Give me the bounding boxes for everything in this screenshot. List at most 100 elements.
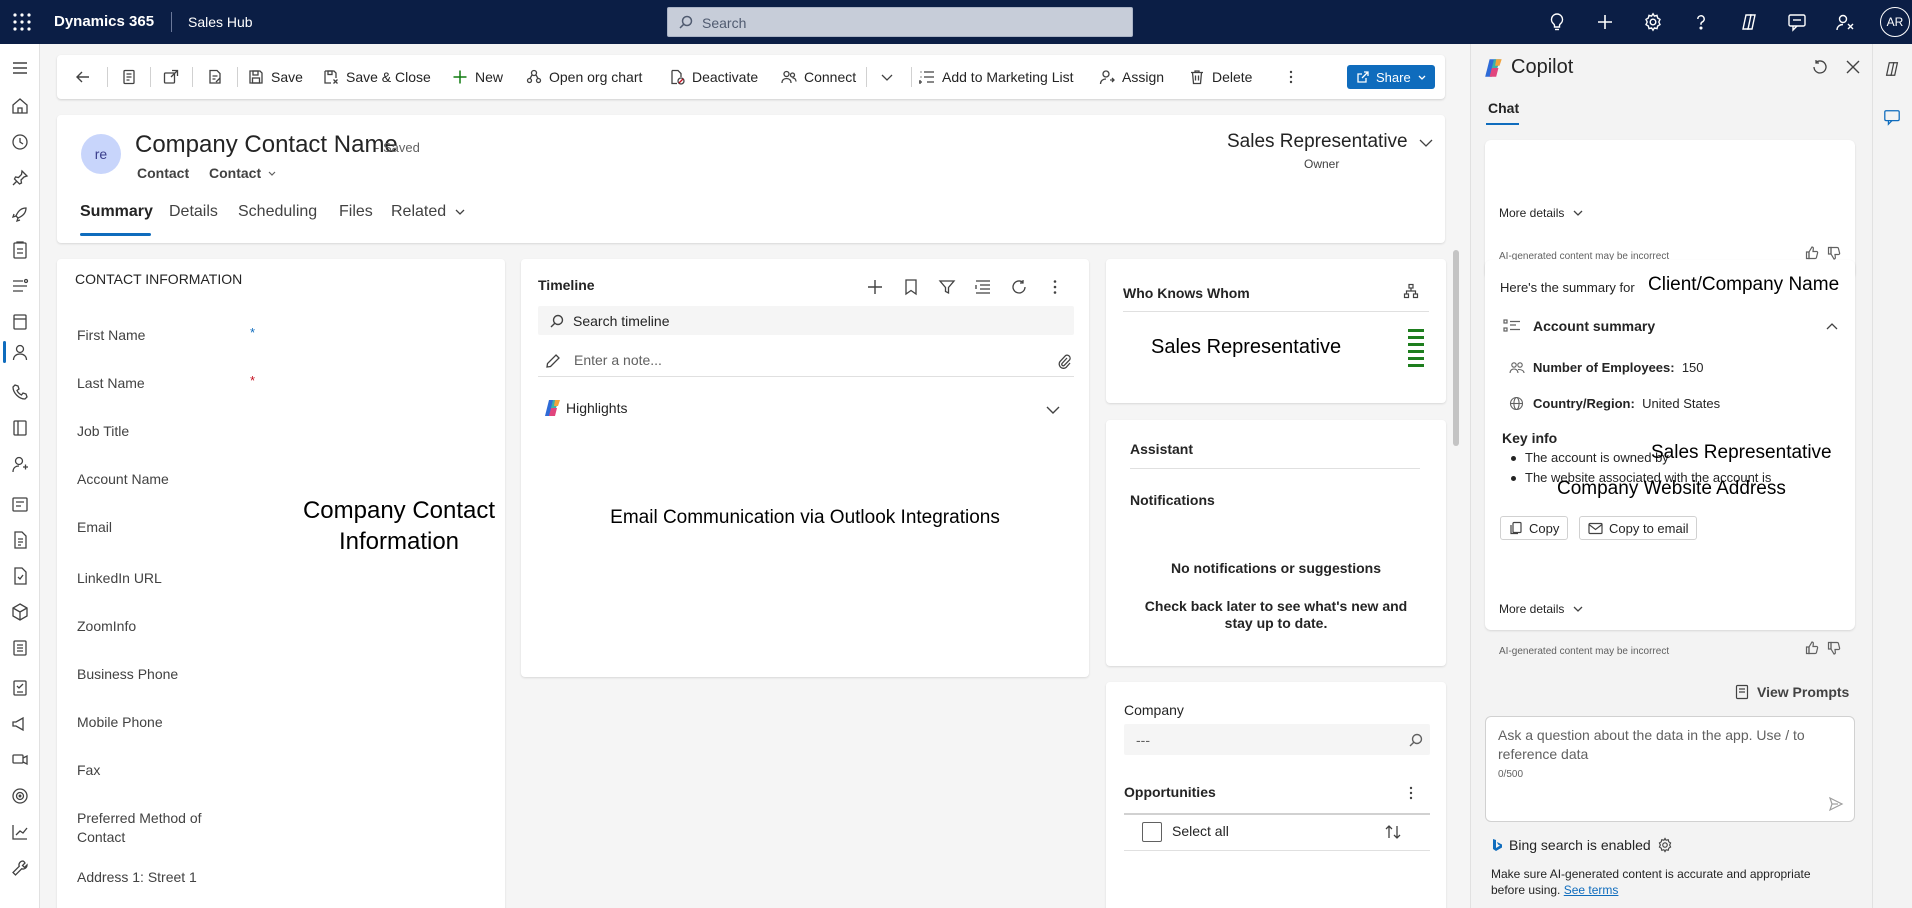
form-selector[interactable]: Contact xyxy=(209,165,277,181)
hub-name[interactable]: Sales Hub xyxy=(188,14,253,30)
form-view-button[interactable] xyxy=(121,55,137,99)
document-icon[interactable] xyxy=(10,312,30,332)
tools-icon[interactable] xyxy=(10,858,30,878)
chevron-up-icon[interactable] xyxy=(1825,320,1839,334)
bookmark-icon[interactable] xyxy=(902,278,920,296)
attachment-icon[interactable] xyxy=(1056,353,1072,369)
app-launcher-icon[interactable] xyxy=(12,12,32,32)
open-org-chart-button[interactable]: Open org chart xyxy=(526,55,642,99)
save-button[interactable]: Save xyxy=(248,55,303,99)
add-icon[interactable] xyxy=(866,278,884,296)
home-icon[interactable] xyxy=(10,96,30,116)
chat-pane-icon[interactable] xyxy=(1883,108,1901,126)
more-vertical-icon[interactable] xyxy=(1046,278,1064,296)
owner-field[interactable]: Sales Representative xyxy=(1227,131,1434,153)
search-icon[interactable] xyxy=(1409,733,1423,747)
separator-dot: · xyxy=(185,165,190,181)
add-to-marketing-list-button[interactable]: Add to Marketing List xyxy=(919,55,1074,99)
copy-label: Copy xyxy=(1529,520,1560,536)
app-name[interactable]: Dynamics 365 xyxy=(54,13,154,30)
plus-icon[interactable] xyxy=(1595,12,1615,32)
remote-assist-icon[interactable] xyxy=(1835,12,1855,32)
tab-files[interactable]: Files xyxy=(339,203,373,221)
copy-to-email-button[interactable]: Copy to email xyxy=(1579,516,1698,540)
copilot-pane: Copilot Chat More details AI-generated c… xyxy=(1470,44,1872,908)
tab-details[interactable]: Details xyxy=(169,203,218,221)
thumbs-down-icon[interactable] xyxy=(1827,246,1841,260)
view-prompts-button[interactable]: View Prompts xyxy=(1735,684,1849,700)
contacts-icon[interactable] xyxy=(10,342,30,362)
help-icon[interactable] xyxy=(1691,12,1711,32)
sort-icon[interactable] xyxy=(1384,823,1402,841)
leads-icon[interactable] xyxy=(10,454,30,474)
filter-icon[interactable] xyxy=(938,278,956,296)
gear-icon[interactable] xyxy=(1643,12,1663,32)
tab-related[interactable]: Related xyxy=(391,203,466,221)
see-terms-link[interactable]: See terms xyxy=(1564,883,1619,897)
website-value[interactable]: Company Website Address xyxy=(1557,478,1786,500)
invoices-icon[interactable] xyxy=(10,638,30,658)
copilot-icon[interactable] xyxy=(1883,60,1901,78)
thumbs-down-icon[interactable] xyxy=(1827,641,1841,655)
products-icon[interactable] xyxy=(10,602,30,622)
new-button[interactable]: New xyxy=(452,55,503,99)
competitors-icon[interactable] xyxy=(10,678,30,698)
goals-icon[interactable] xyxy=(10,786,30,806)
refresh-icon[interactable] xyxy=(1010,278,1028,296)
orders-icon[interactable] xyxy=(10,566,30,586)
tab-scheduling[interactable]: Scheduling xyxy=(238,203,317,221)
book-icon[interactable] xyxy=(10,418,30,438)
copilot-icon[interactable] xyxy=(1739,12,1759,32)
pinned-icon[interactable] xyxy=(10,168,30,188)
close-icon[interactable] xyxy=(1844,58,1862,76)
clipboard-icon[interactable] xyxy=(10,240,30,260)
sequence-icon[interactable] xyxy=(10,276,30,296)
tab-chat[interactable]: Chat xyxy=(1488,100,1519,116)
opportunities-icon[interactable] xyxy=(10,494,30,514)
account-summary-heading: Account summary xyxy=(1533,318,1656,334)
delete-button[interactable]: Delete xyxy=(1189,55,1252,99)
main-scrollbar[interactable] xyxy=(1453,250,1459,446)
campaigns-icon[interactable] xyxy=(10,750,30,770)
deactivate-button[interactable]: Deactivate xyxy=(669,55,758,99)
lightbulb-icon[interactable] xyxy=(1547,12,1567,32)
thumbs-up-icon[interactable] xyxy=(1805,246,1819,260)
send-icon[interactable] xyxy=(1828,796,1844,812)
marketing-icon[interactable] xyxy=(10,714,30,734)
phone-icon[interactable] xyxy=(10,382,30,402)
more-details-toggle[interactable]: More details xyxy=(1499,206,1584,220)
divider xyxy=(1124,850,1430,851)
global-search-input[interactable]: Search xyxy=(667,7,1133,37)
feedback-icon[interactable] xyxy=(1787,12,1807,32)
assign-button[interactable]: Assign xyxy=(1099,55,1164,99)
list-view-icon[interactable] xyxy=(974,278,992,296)
copilot-question-input[interactable]: Ask a question about the data in the app… xyxy=(1485,716,1855,822)
timeline-search-input[interactable]: Search timeline xyxy=(538,306,1074,335)
rocket-icon[interactable] xyxy=(10,204,30,224)
quotes-icon[interactable] xyxy=(10,530,30,550)
who-knows-whom-person[interactable]: Sales Representative xyxy=(1151,336,1341,359)
hierarchy-icon[interactable] xyxy=(1403,283,1419,299)
select-all-checkbox[interactable] xyxy=(1142,822,1162,842)
more-vertical-icon[interactable] xyxy=(1403,785,1419,801)
more-options-button[interactable] xyxy=(1283,55,1299,99)
refresh-icon[interactable] xyxy=(1811,58,1829,76)
more-commands-chevron[interactable] xyxy=(880,55,894,99)
share-button[interactable]: Share xyxy=(1347,65,1435,89)
save-close-button[interactable]: Save & Close xyxy=(323,55,431,99)
more-details-toggle[interactable]: More details xyxy=(1499,602,1584,616)
open-new-window-button[interactable] xyxy=(163,55,179,99)
company-lookup-input[interactable]: --- xyxy=(1124,724,1430,755)
tab-summary[interactable]: Summary xyxy=(80,203,153,221)
thumbs-up-icon[interactable] xyxy=(1805,641,1819,655)
back-button[interactable] xyxy=(75,55,91,99)
highlights-chevron-down-icon[interactable] xyxy=(1044,401,1062,419)
process-button[interactable] xyxy=(207,55,223,99)
analytics-icon[interactable] xyxy=(10,822,30,842)
note-input[interactable]: Enter a note... xyxy=(538,345,1074,377)
connect-button[interactable]: Connect xyxy=(781,55,856,99)
hamburger-menu-icon[interactable] xyxy=(10,58,30,78)
recent-icon[interactable] xyxy=(10,132,30,152)
copy-button[interactable]: Copy xyxy=(1500,516,1569,540)
user-avatar[interactable]: AR xyxy=(1880,7,1910,37)
